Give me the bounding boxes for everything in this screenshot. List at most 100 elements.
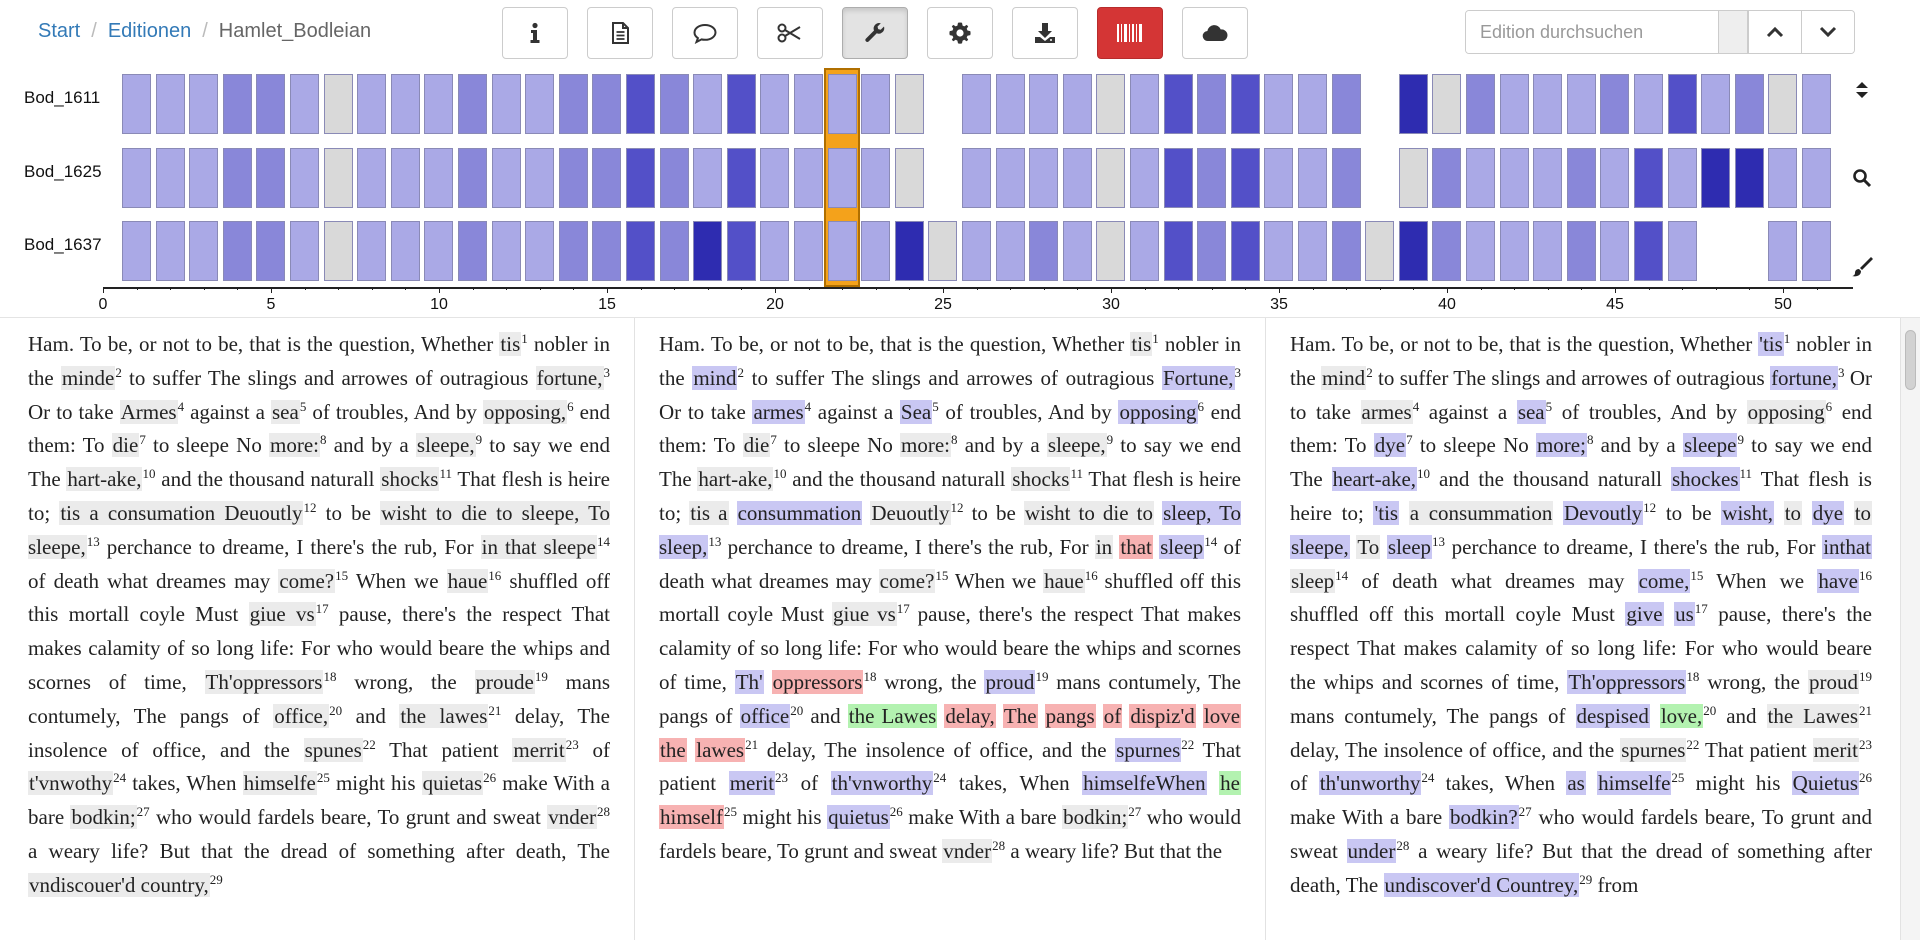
overview-search-button[interactable]	[1848, 164, 1876, 192]
variant-segment[interactable]	[390, 148, 420, 208]
variant-segment[interactable]	[323, 221, 353, 281]
variant-segment[interactable]	[794, 221, 823, 281]
variant-token[interactable]: tis	[499, 332, 522, 356]
variant-segment[interactable]	[1533, 221, 1563, 281]
variant-token[interactable]: have	[1817, 568, 1859, 593]
variant-token[interactable]: shockes	[1671, 467, 1740, 492]
variant-segment[interactable]	[122, 74, 151, 134]
variant-token[interactable]: th'vnworthy	[830, 771, 934, 796]
variant-segment[interactable]	[155, 74, 185, 134]
footnote-marker[interactable]: 20	[1703, 703, 1716, 718]
variant-segment[interactable]	[122, 148, 151, 208]
variant-segment[interactable]	[726, 221, 756, 281]
variant-segment[interactable]	[1062, 148, 1092, 208]
variant-segment[interactable]	[659, 148, 689, 208]
variant-segment[interactable]	[626, 148, 655, 208]
footnote-marker[interactable]: 3	[1235, 365, 1241, 380]
variant-token[interactable]: to	[1783, 500, 1803, 525]
variant-token[interactable]: wisht to die to	[1023, 500, 1154, 525]
variant-token[interactable]: himselfe	[242, 771, 317, 796]
variant-segment[interactable]	[726, 148, 756, 208]
footnote-marker[interactable]: 14	[1335, 568, 1348, 583]
variant-token[interactable]: sea	[270, 399, 300, 424]
variant-token[interactable]: a consummation	[1408, 500, 1554, 525]
variant-segment[interactable]	[861, 148, 891, 208]
variant-segment[interactable]	[1667, 148, 1697, 208]
variant-segment[interactable]	[189, 148, 219, 208]
variant-token[interactable]: more:	[900, 433, 952, 458]
selected-segment[interactable]	[827, 221, 857, 281]
variant-token[interactable]: armes	[1360, 399, 1413, 424]
variant-segment[interactable]	[1802, 148, 1831, 208]
variant-token[interactable]: the Lawes	[1766, 703, 1859, 728]
variant-token[interactable]: sleep	[1159, 534, 1205, 559]
variant-token[interactable]: To	[1356, 534, 1381, 559]
footnote-marker[interactable]: 22	[363, 737, 376, 752]
variant-segment[interactable]	[1432, 148, 1462, 208]
variant-token[interactable]: more;	[1535, 433, 1587, 458]
variant-segment[interactable]	[458, 74, 487, 134]
footnote-marker[interactable]: 21	[745, 737, 758, 752]
variant-segment[interactable]	[1365, 221, 1395, 281]
footnote-marker[interactable]: 21	[488, 703, 501, 718]
footnote-marker[interactable]: 28	[1396, 838, 1409, 853]
variant-segment[interactable]	[1768, 148, 1798, 208]
variant-segment[interactable]	[525, 148, 555, 208]
variant-token[interactable]: opposing	[1118, 399, 1198, 424]
footnote-marker[interactable]: 13	[708, 534, 721, 549]
variant-segment[interactable]	[323, 148, 353, 208]
variant-token[interactable]: despised	[1575, 703, 1650, 728]
variant-token[interactable]: The	[1002, 703, 1038, 728]
variant-segment[interactable]	[626, 74, 655, 134]
variant-token[interactable]: under	[1346, 838, 1397, 863]
variant-segment[interactable]	[1466, 74, 1495, 134]
variant-segment[interactable]	[290, 74, 319, 134]
variant-segment[interactable]	[995, 148, 1025, 208]
variant-segment[interactable]	[1432, 74, 1462, 134]
variant-token[interactable]: love,	[1659, 703, 1704, 728]
variant-token[interactable]: giue vs	[832, 602, 897, 627]
variant-segment[interactable]	[894, 221, 924, 281]
variant-token[interactable]: proud	[1808, 669, 1859, 694]
variant-segment[interactable]	[558, 221, 588, 281]
variant-segment[interactable]	[1667, 74, 1697, 134]
footnote-marker[interactable]: 10	[773, 466, 786, 481]
variant-segment[interactable]	[1634, 74, 1663, 134]
variant-token[interactable]: dispiz'd	[1129, 703, 1196, 728]
variant-token[interactable]: hart-ake,	[697, 467, 774, 492]
footnote-marker[interactable]: 23	[775, 770, 788, 785]
variant-segment[interactable]	[995, 221, 1025, 281]
variant-token[interactable]: Quietus	[1791, 771, 1859, 796]
footnote-marker[interactable]: 18	[1686, 669, 1699, 684]
variant-segment[interactable]	[491, 74, 521, 134]
variant-token[interactable]: bodkin;	[1062, 805, 1129, 830]
footnote-marker[interactable]: 25	[1671, 770, 1684, 785]
cloud-button[interactable]	[1182, 7, 1248, 59]
variant-segment[interactable]	[390, 221, 420, 281]
wrench-button[interactable]	[842, 7, 908, 59]
variant-segment[interactable]	[928, 221, 958, 281]
variant-token[interactable]: more:	[269, 433, 321, 458]
variant-segment[interactable]	[962, 221, 991, 281]
variant-token[interactable]: vnder	[942, 838, 993, 863]
variant-token[interactable]: oppressors	[771, 669, 864, 694]
variant-token[interactable]: us	[1674, 602, 1695, 627]
variant-segment[interactable]	[1130, 148, 1159, 208]
footnote-marker[interactable]: 16	[488, 568, 501, 583]
variant-segment[interactable]	[491, 148, 521, 208]
variant-segment[interactable]	[525, 74, 555, 134]
variant-token[interactable]: as	[1566, 771, 1586, 796]
variant-segment[interactable]	[1432, 221, 1462, 281]
info-button[interactable]	[502, 7, 568, 59]
footnote-marker[interactable]: 22	[1686, 737, 1699, 752]
variant-token[interactable]: shocks	[380, 467, 440, 492]
variant-token[interactable]: dye	[1811, 500, 1845, 525]
variant-segment[interactable]	[726, 74, 756, 134]
variant-segment[interactable]	[1264, 148, 1294, 208]
variant-segment[interactable]	[1029, 221, 1059, 281]
variant-token[interactable]: Armes	[119, 399, 178, 424]
variant-token[interactable]: quietus	[827, 805, 890, 830]
footnote-marker[interactable]: 14	[597, 534, 610, 549]
footnote-marker[interactable]: 27	[137, 804, 150, 819]
footnote-marker[interactable]: 11	[1740, 466, 1753, 481]
